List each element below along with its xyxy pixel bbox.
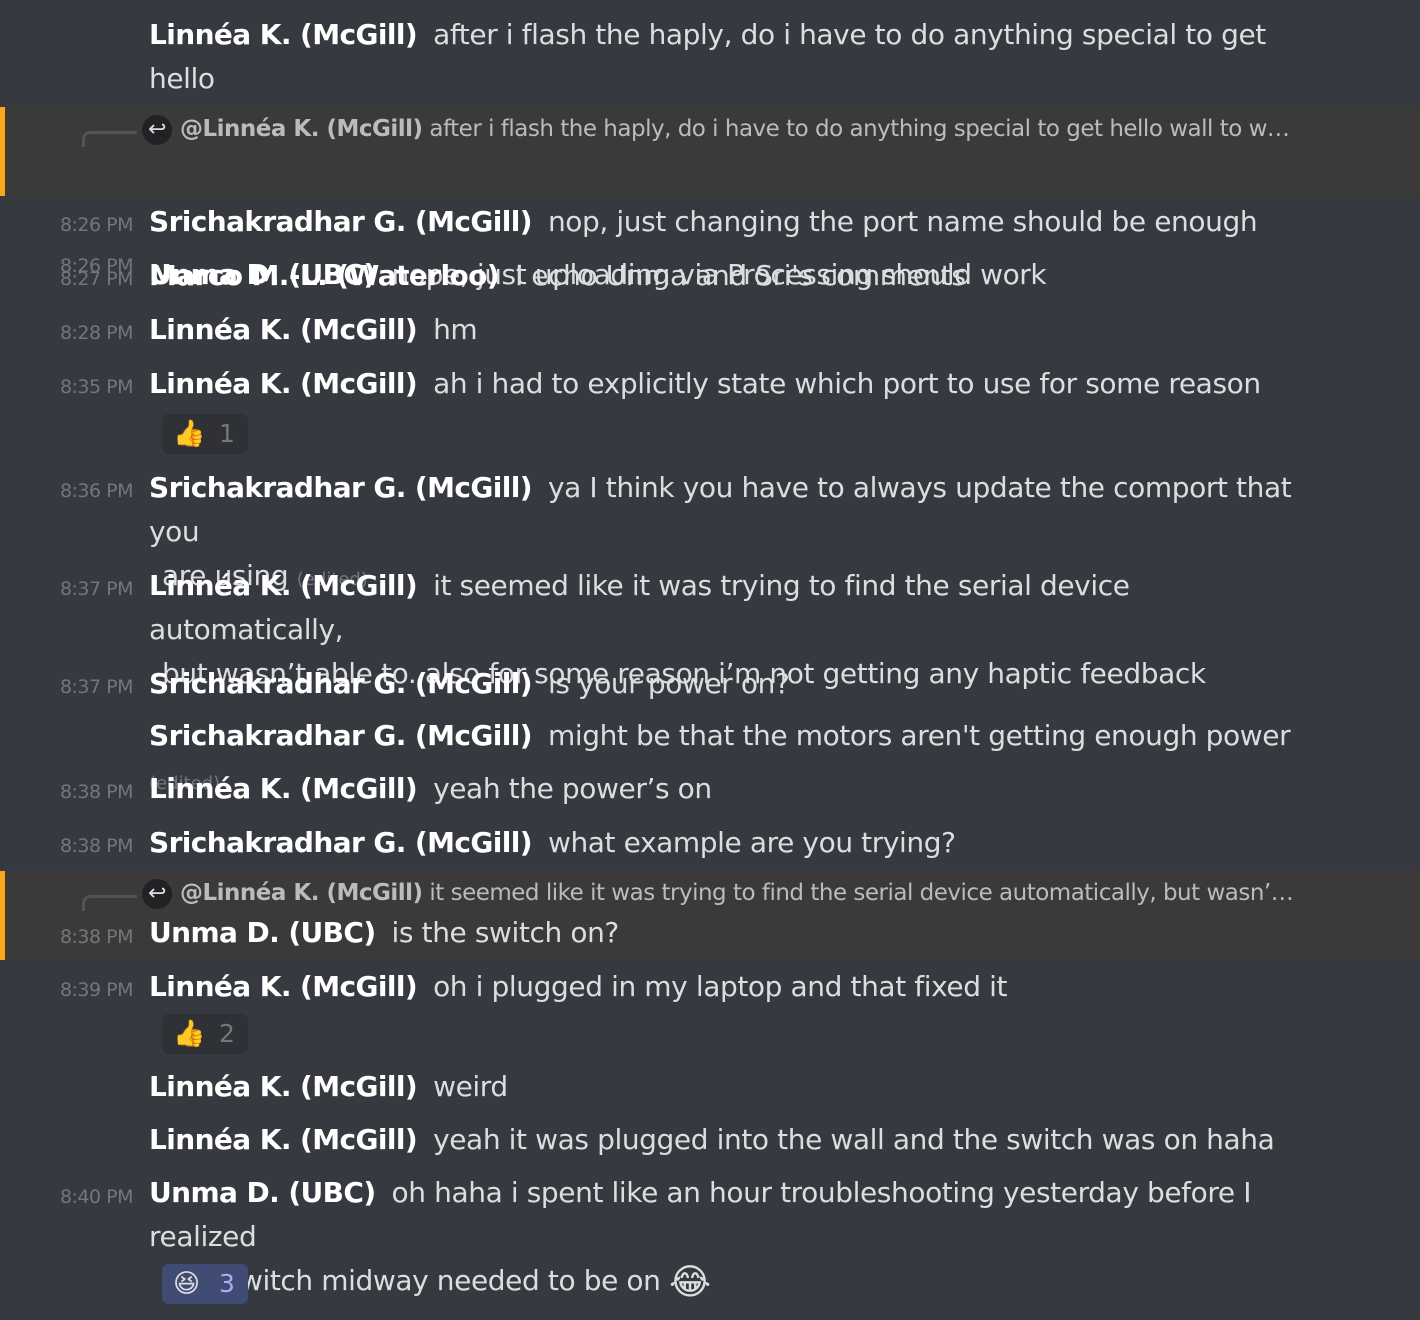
message-row: 8:37 PM Linnéa K. (McGill) it seemed like … xyxy=(0,560,1420,690)
message-text-line: nop, just changing the port name should … xyxy=(547,205,1258,238)
reply-content: it seemed like it was trying to find the… xyxy=(429,880,1294,906)
timestamp[interactable]: 8:27 PM xyxy=(0,268,134,290)
timestamp[interactable]: 8:37 PM xyxy=(0,578,134,600)
reply-text: @Linnéa K. (McGill) after i flash the ha… xyxy=(180,111,1290,147)
message-row: 8:38 PM Srichakradhar G. (McGill) what exa… xyxy=(0,816,1420,870)
thumbs-up-icon: 👍 xyxy=(173,1019,206,1049)
message-text-line: ah i had to explicitly state which port … xyxy=(433,367,1261,400)
reaction-button[interactable]: 👍 1 xyxy=(162,414,248,454)
timestamp[interactable]: 8:39 PM xyxy=(0,979,134,1001)
message-body: Linnéa K. (McGill) oh i plugged in my lap… xyxy=(149,965,1319,1009)
reaction-count: 3 xyxy=(219,1269,235,1298)
timestamp[interactable]: 8:37 PM xyxy=(0,676,134,698)
reaction-button[interactable]: 😆 3 xyxy=(162,1264,248,1304)
message-body: Marco M.-L. (Waterloo) I echo Unma and Sr… xyxy=(149,254,1319,298)
timestamp[interactable]: 8:26 PM xyxy=(0,214,134,236)
reply-mention[interactable]: @Linnéa K. (McGill) xyxy=(180,116,423,142)
message-text-line: might be that the motors aren't getting … xyxy=(547,719,1291,752)
author-name[interactable]: Srichakradhar G. (McGill) xyxy=(149,471,533,504)
reply-icon: ↩ xyxy=(142,115,172,145)
timestamp[interactable]: 8:35 PM xyxy=(0,376,134,398)
author-name[interactable]: Srichakradhar G. (McGill) xyxy=(149,667,533,700)
message-text-line: yeah it was plugged into the wall and th… xyxy=(433,1123,1275,1156)
message-text-line: is the switch on? xyxy=(391,916,620,949)
timestamp[interactable]: 8:38 PM xyxy=(0,926,134,948)
author-name[interactable]: Linnéa K. (McGill) xyxy=(149,970,418,1003)
author-name[interactable]: Unma D. (UBC) xyxy=(149,1176,376,1209)
message-body: Linnéa K. (McGill) yeah the power’s on xyxy=(149,767,1319,811)
message-row: ↩ @Linnéa K. (McGill) it seemed like it w… xyxy=(0,871,1420,960)
joy-emoji-icon: 😂 xyxy=(668,1262,711,1303)
reply-content: after i flash the haply, do i have to do… xyxy=(429,116,1290,142)
message-text-line: what example are you trying? xyxy=(547,826,956,859)
reply-spine xyxy=(82,895,137,911)
author-name[interactable]: Linnéa K. (McGill) xyxy=(149,313,418,346)
reply-mention[interactable]: @Linnéa K. (McGill) xyxy=(180,880,423,906)
author-name[interactable]: Linnéa K. (McGill) xyxy=(149,569,418,602)
author-name[interactable]: Linnéa K. (McGill) xyxy=(149,367,418,400)
author-name[interactable]: Linnéa K. (McGill) xyxy=(149,1123,418,1156)
message-row: 8:36 PM Srichakradhar G. (McGill) ya I thi… xyxy=(0,462,1420,592)
thumbs-up-icon: 👍 xyxy=(173,419,206,449)
reply-spine xyxy=(82,131,137,147)
author-name[interactable]: Linnéa K. (McGill) xyxy=(149,772,418,805)
message-row: Linnéa K. (McGill) weird xyxy=(0,1060,1420,1112)
message-text-line: hm xyxy=(433,313,478,346)
author-name[interactable]: Marco M.-L. (Waterloo) xyxy=(149,259,500,292)
message-body: Linnéa K. (McGill) yeah it was plugged in… xyxy=(149,1118,1319,1162)
author-name[interactable]: Linnéa K. (McGill) xyxy=(149,1070,418,1103)
message-row: 8:38 PM Linnéa K. (McGill) yeah the power’… xyxy=(0,762,1420,816)
message-row: Linnéa K. (McGill) yeah it was plugged in… xyxy=(0,1112,1420,1164)
message-row: Srichakradhar G. (McGill) might be that t… xyxy=(0,712,1420,794)
timestamp[interactable]: 8:38 PM xyxy=(0,835,134,857)
author-name[interactable]: Srichakradhar G. (McGill) xyxy=(149,205,533,238)
message-text-line: is your power on? xyxy=(547,667,790,700)
message-body: Linnéa K. (McGill) weird xyxy=(149,1065,1319,1109)
message-text-line: oh i plugged in my laptop and that fixed… xyxy=(433,970,1008,1003)
timestamp[interactable]: 8:36 PM xyxy=(0,480,134,502)
message-row: 8:26 PM Srichakradhar G. (McGill) nop, jus… xyxy=(0,196,1420,250)
message-row: 8:37 PM Srichakradhar G. (McGill) is your … xyxy=(0,658,1420,712)
reply-text: @Linnéa K. (McGill) it seemed like it wa… xyxy=(180,875,1294,911)
author-name[interactable]: Unma D. (UBC) xyxy=(149,916,376,949)
reply-preview[interactable]: ↩ @Linnéa K. (McGill) it seemed like it w… xyxy=(82,875,1382,911)
message-body: Unma D. (UBC) oh haha i spent like an hou… xyxy=(149,1171,1319,1303)
author-name[interactable]: Linnéa K. (McGill) xyxy=(149,18,418,51)
message-row: 8:28 PM Linnéa K. (McGill) hm xyxy=(0,304,1420,358)
message-row: 8:39 PM Linnéa K. (McGill) oh i plugged in… xyxy=(0,960,1420,1058)
message-row: 8:35 PM Linnéa K. (McGill) ah i had to exp… xyxy=(0,358,1420,462)
message-text-line: yeah the power’s on xyxy=(433,772,712,805)
message-body: Linnéa K. (McGill) hm xyxy=(149,308,1319,352)
author-name[interactable]: Srichakradhar G. (McGill) xyxy=(149,719,533,752)
message-row: Linnéa K. (McGill) after i flash the hapl… xyxy=(0,0,1420,139)
message-body: Srichakradhar G. (McGill) what example ar… xyxy=(149,821,1319,865)
laughing-emoji-icon: 😆 xyxy=(173,1269,201,1299)
message-text-line: I echo Unma and Sri's comments xyxy=(514,259,966,292)
message-body: Srichakradhar G. (McGill) is your power o… xyxy=(149,662,1319,706)
timestamp[interactable]: 8:38 PM xyxy=(0,781,134,803)
reaction-button[interactable]: 👍 2 xyxy=(162,1014,248,1054)
timestamp[interactable]: 8:40 PM xyxy=(0,1186,134,1208)
message-text-line: weird xyxy=(433,1070,508,1103)
message-body: Srichakradhar G. (McGill) nop, just chang… xyxy=(149,200,1319,244)
timestamp[interactable]: 8:28 PM xyxy=(0,322,134,344)
message-body: Unma D. (UBC) is the switch on? xyxy=(149,911,1319,955)
message-row: 8:27 PM Marco M.-L. (Waterloo) I echo Unma… xyxy=(0,250,1420,304)
reaction-count: 2 xyxy=(219,1019,235,1048)
reply-preview[interactable]: ↩ @Linnéa K. (McGill) after i flash the h… xyxy=(82,111,1382,147)
message-body: Linnéa K. (McGill) ah i had to explicitly… xyxy=(149,362,1319,406)
reply-icon: ↩ xyxy=(142,879,172,909)
reaction-count: 1 xyxy=(219,419,235,448)
author-name[interactable]: Srichakradhar G. (McGill) xyxy=(149,826,533,859)
message-row: ↩ @Linnéa K. (McGill) after i flash the h… xyxy=(0,107,1420,291)
chat-messages: Linnéa K. (McGill) after i flash the hapl… xyxy=(0,0,1420,1320)
message-row: 8:40 PM Unma D. (UBC) oh haha i spent like… xyxy=(0,1166,1420,1316)
